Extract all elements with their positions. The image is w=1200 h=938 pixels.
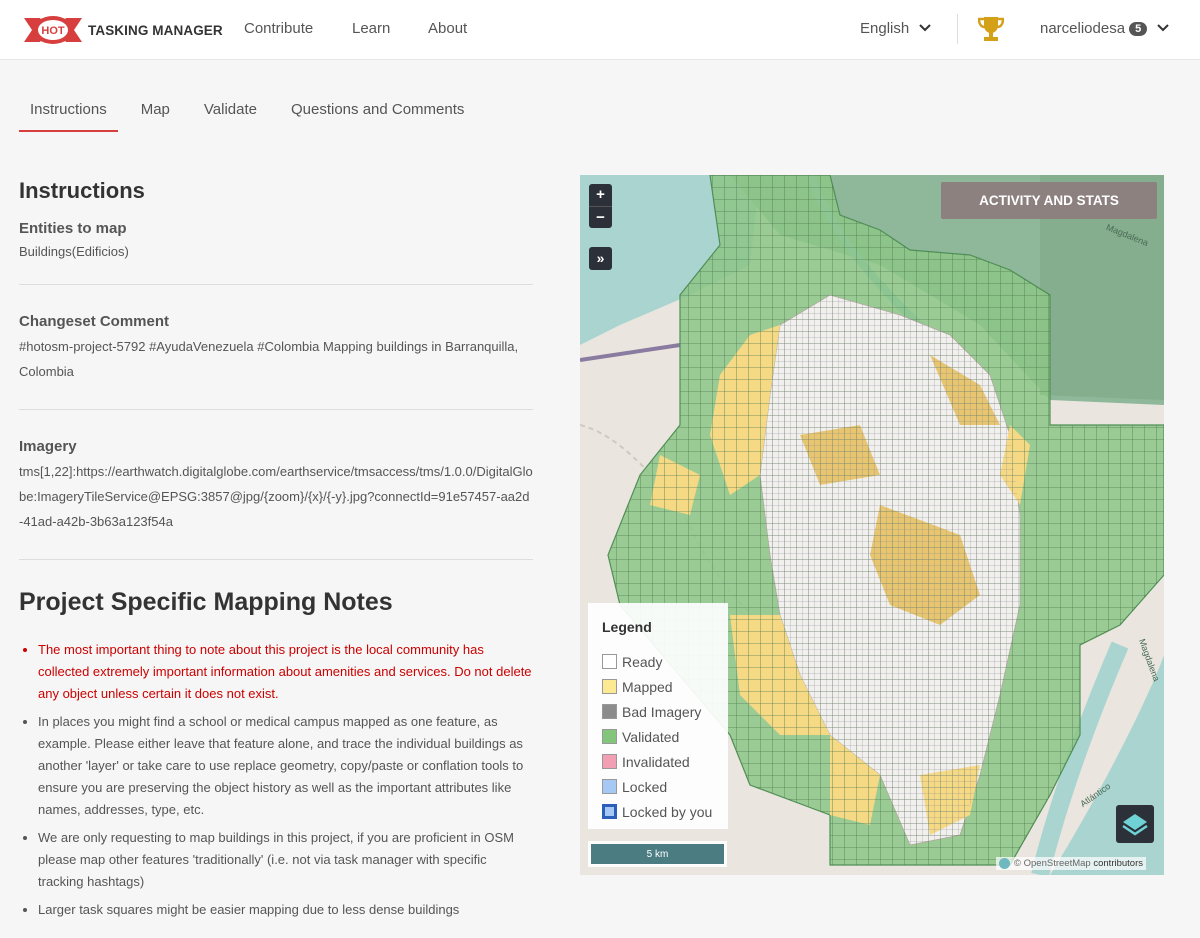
legend-swatch <box>602 779 617 794</box>
logo-text: TASKING MANAGER <box>88 22 223 38</box>
chevron-down-icon <box>919 19 931 36</box>
list-item: Larger task squares might be easier mapp… <box>38 899 533 921</box>
trophy-icon[interactable] <box>977 15 1005 48</box>
zoom-in-button[interactable]: + <box>589 184 612 206</box>
attribution-prefix: © OpenStreetMap <box>1014 858 1091 869</box>
section-divider <box>19 559 533 560</box>
legend-title: Legend <box>602 619 652 635</box>
activity-stats-button[interactable]: ACTIVITY AND STATS <box>941 182 1157 219</box>
legend-label: Validated <box>622 728 680 745</box>
user-level-badge: 5 <box>1129 21 1148 36</box>
legend-item-locked: Locked <box>602 774 728 799</box>
legend-item-mapped: Mapped <box>602 674 728 699</box>
zoom-out-button[interactable]: − <box>589 206 612 228</box>
legend-label: Mapped <box>622 678 673 695</box>
attribution-link[interactable]: contributors <box>1093 858 1143 869</box>
imagery-value: tms[1,22]:https://earthwatch.digitalglob… <box>19 464 533 529</box>
instructions-panel: Instructions Entities to map Buildings(E… <box>19 170 533 927</box>
legend-swatch <box>602 679 617 694</box>
username: narceliodesa <box>1040 20 1126 37</box>
section-divider <box>19 409 533 410</box>
section-divider <box>19 284 533 285</box>
changeset-title: Changeset Comment <box>19 313 170 330</box>
legend-swatch <box>602 704 617 719</box>
legend-swatch <box>602 754 617 769</box>
legend-item-locked-by-you: Locked by you <box>602 799 728 824</box>
list-item: In places you might find a school or med… <box>38 711 533 821</box>
map-scale: 5 km <box>588 841 727 867</box>
nav-learn[interactable]: Learn <box>352 20 390 37</box>
legend-label: Locked <box>622 778 668 795</box>
mapbox-icon <box>999 858 1010 869</box>
legend-item-validated: Validated <box>602 724 728 749</box>
svg-text:HOT: HOT <box>41 25 65 37</box>
tab-questions-comments[interactable]: Questions and Comments <box>280 90 475 132</box>
hot-logo[interactable]: HOT TASKING MANAGER <box>22 12 223 48</box>
legend-swatch <box>602 729 617 744</box>
list-item: The most important thing to note about t… <box>38 639 533 705</box>
expand-map-button[interactable]: » <box>589 247 612 270</box>
list-item: We are only requesting to map buildings … <box>38 827 533 893</box>
user-menu[interactable]: narceliodesa 5 <box>1040 20 1169 37</box>
zoom-control: + − <box>589 184 612 228</box>
nav-divider <box>957 14 958 44</box>
instructions-heading: Instructions <box>19 178 145 203</box>
tab-validate[interactable]: Validate <box>193 90 268 132</box>
legend-label: Bad Imagery <box>622 703 702 720</box>
hot-logo-icon: HOT <box>22 12 84 48</box>
map-legend: Legend Ready Mapped Bad Imagery Validate… <box>588 603 728 829</box>
mapping-notes-list: The most important thing to note about t… <box>19 639 533 921</box>
legend-label: Locked by you <box>622 803 713 820</box>
entities-title: Entities to map <box>19 220 127 237</box>
legend-item-bad-imagery: Bad Imagery <box>602 699 728 724</box>
language-label: English <box>860 20 910 37</box>
entities-value: Buildings(Edificios) <box>19 244 129 259</box>
scale-bar-label: 5 km <box>590 843 725 865</box>
language-selector[interactable]: English <box>860 20 931 37</box>
legend-swatch <box>602 804 617 819</box>
top-navbar: HOT TASKING MANAGER Contribute Learn Abo… <box>0 0 1200 60</box>
nav-about[interactable]: About <box>428 20 467 37</box>
chevron-down-icon <box>1157 19 1169 36</box>
layers-icon[interactable] <box>1116 805 1154 843</box>
legend-label: Invalidated <box>622 753 690 770</box>
legend-item-ready: Ready <box>602 649 728 674</box>
project-tabs: Instructions Map Validate Questions and … <box>19 90 487 132</box>
mapping-notes-heading: Project Specific Mapping Notes <box>19 588 393 616</box>
tab-map[interactable]: Map <box>130 90 181 132</box>
legend-item-invalidated: Invalidated <box>602 749 728 774</box>
legend-label: Ready <box>622 653 663 670</box>
nav-contribute[interactable]: Contribute <box>244 20 313 37</box>
imagery-title: Imagery <box>19 438 77 455</box>
changeset-value: #hotosm-project-5792 #AyudaVenezuela #Co… <box>19 339 519 379</box>
task-map[interactable]: + − » ACTIVITY AND STATS Magdalena Magda… <box>580 175 1164 875</box>
map-attribution: © OpenStreetMap contributors <box>996 857 1146 870</box>
tab-instructions[interactable]: Instructions <box>19 90 118 132</box>
legend-swatch <box>602 654 617 669</box>
